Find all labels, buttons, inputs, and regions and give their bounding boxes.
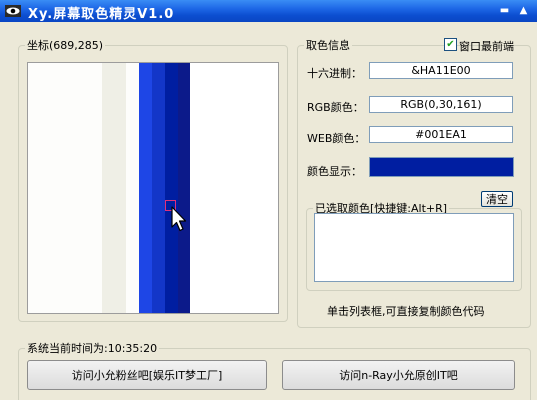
coordinate-readout: 坐标(689,285) (27, 39, 104, 52)
color-info-legend: 取色信息 (306, 39, 350, 52)
rgb-label: RGB颜色： (307, 101, 364, 114)
color-swatch (369, 157, 514, 177)
preview-stripe (165, 63, 178, 313)
preview-stripe (152, 63, 165, 313)
preview-stripe (139, 63, 152, 313)
topmost-label: 窗口最前端 (459, 40, 514, 53)
topmost-icon[interactable]: ▲ (515, 2, 532, 19)
window-title: Xy.屏幕取色精灵V1.0 (28, 7, 175, 22)
preview-stripe (190, 63, 278, 313)
visit-nray-forum-button[interactable]: 访问n-Ray小允原创IT吧 (282, 360, 515, 390)
web-field[interactable] (369, 126, 513, 143)
eye-icon (5, 5, 21, 17)
preview-stripe (178, 63, 190, 313)
minimize-icon[interactable]: ▬ (496, 2, 513, 19)
check-icon[interactable]: ✔ (444, 38, 457, 51)
picked-colors-list[interactable] (314, 213, 514, 282)
title-bar[interactable]: Xy.屏幕取色精灵V1.0 ▬ ▲ (0, 0, 537, 22)
hex-field[interactable] (369, 62, 513, 79)
clear-button[interactable]: 清空 (481, 191, 513, 207)
rgb-field[interactable] (369, 96, 513, 113)
system-time-readout: 系统当前时间为:10:35:20 (27, 342, 158, 355)
preview-stripe (102, 63, 126, 313)
display-label: 颜色显示： (307, 165, 362, 178)
app-window: Xy.屏幕取色精灵V1.0 ▬ ▲ 坐标(689,285) 取色信息 ✔ 窗口最… (0, 0, 537, 400)
visit-fans-forum-button[interactable]: 访问小允粉丝吧[娱乐IT梦工厂] (27, 360, 267, 390)
web-label: WEB颜色： (307, 132, 366, 145)
copy-hint: 单击列表框,可直接复制颜色代码 (327, 305, 485, 318)
preview-stripe (126, 63, 139, 313)
magnifier-preview (27, 62, 279, 314)
mouse-pointer-icon (171, 206, 187, 232)
preview-stripe (28, 63, 102, 313)
hex-label: 十六进制： (307, 67, 362, 80)
